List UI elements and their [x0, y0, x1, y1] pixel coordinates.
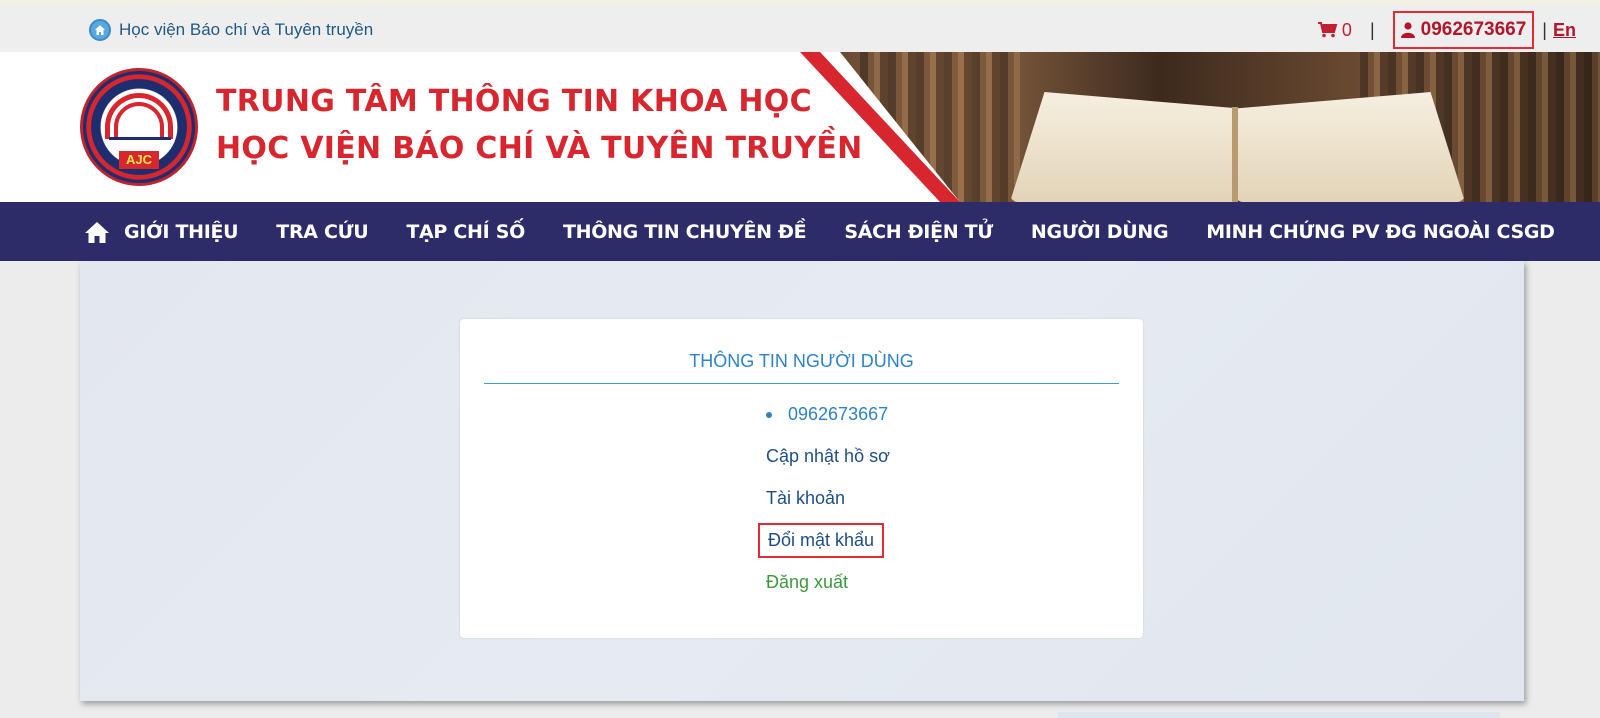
open-book-right-page	[1235, 92, 1465, 202]
nav-item-thong-tin-chuyen-de[interactable]: THÔNG TIN CHUYÊN ĐỀ	[563, 221, 807, 243]
user-phone: 0962673667	[788, 404, 889, 424]
nav-home-icon[interactable]	[84, 220, 110, 244]
header-banner: AJC TRUNG TÂM THÔNG TIN KHOA HỌC HỌC VIỆ…	[0, 52, 1600, 202]
separator: |	[1369, 19, 1375, 40]
username: 0962673667	[1420, 19, 1527, 40]
separator: |	[1542, 19, 1547, 40]
bottom-strip	[1058, 712, 1500, 718]
change-password-link[interactable]: Đổi mật khẩu	[758, 523, 885, 558]
user-account-button[interactable]: 0962673667	[1392, 11, 1535, 49]
open-book-spine	[1232, 107, 1238, 202]
logout-link[interactable]: Đăng xuất	[766, 572, 848, 593]
academy-logo[interactable]: AJC	[80, 68, 198, 186]
academy-home-link[interactable]: Học viện Báo chí và Tuyên truyền	[89, 19, 373, 41]
cart-count: 0	[1341, 19, 1352, 40]
academy-home-label: Học viện Báo chí và Tuyên truyền	[119, 20, 374, 39]
nav-item-sach-dien-tu[interactable]: SÁCH ĐIỆN TỬ	[844, 221, 993, 243]
user-info-card: THÔNG TIN NGƯỜI DÙNG 0962673667 Cập nhật…	[460, 319, 1143, 638]
nav-item-gioi-thieu[interactable]: GIỚI THIỆU	[124, 221, 239, 243]
language-english-link[interactable]: En	[1553, 20, 1576, 41]
home-icon	[89, 19, 111, 41]
open-book-left-page	[1010, 92, 1240, 202]
user-info-title: THÔNG TIN NGƯỜI DÙNG	[484, 351, 1119, 384]
main-nav: GIỚI THIỆU TRA CỨU TẠP CHÍ SỐ THÔNG TIN …	[0, 202, 1600, 261]
update-profile-link[interactable]: Cập nhật hồ sơ	[766, 446, 890, 467]
bullet-icon	[766, 411, 772, 418]
account-bar: 0 | 0962673667 | En	[1317, 11, 1576, 49]
logo-text: AJC	[119, 151, 159, 169]
nav-item-tra-cuu[interactable]: TRA CỨU	[276, 221, 368, 243]
header-title-line2: HỌC VIỆN BÁO CHÍ VÀ TUYÊN TRUYỀN	[216, 131, 863, 166]
header-title-line1: TRUNG TÂM THÔNG TIN KHOA HỌC	[216, 84, 812, 119]
nav-item-tap-chi-so[interactable]: TẠP CHÍ SỐ	[406, 221, 525, 243]
user-icon	[1400, 22, 1415, 38]
logo-book	[109, 137, 171, 149]
account-link[interactable]: Tài khoản	[766, 488, 845, 509]
top-bar: Học viện Báo chí và Tuyên truyền 0 | 096…	[0, 0, 1600, 52]
cart-icon	[1317, 22, 1338, 38]
cart-button[interactable]: 0	[1317, 19, 1352, 41]
user-phone-item[interactable]: 0962673667	[766, 404, 888, 425]
nav-item-minh-chung[interactable]: MINH CHỨNG PV ĐG NGOÀI CSGD	[1206, 221, 1555, 243]
nav-item-nguoi-dung[interactable]: NGƯỜI DÙNG	[1031, 221, 1169, 243]
